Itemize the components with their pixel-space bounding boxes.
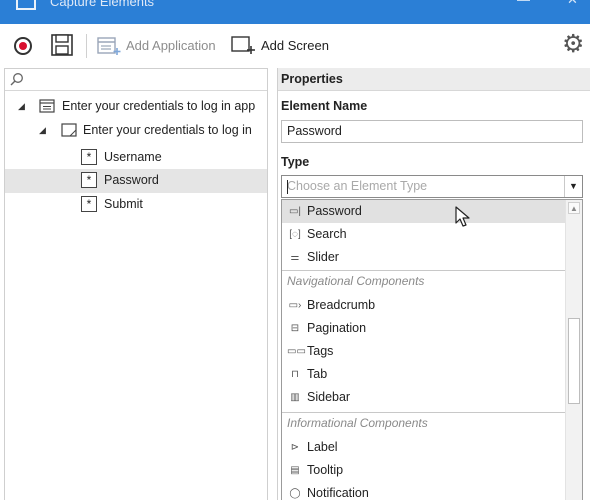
expand-arrow-icon[interactable]: ◢ (39, 119, 46, 141)
tree-item-label: Enter your credentials to log in app (62, 99, 256, 113)
expand-arrow-icon[interactable]: ◢ (18, 95, 25, 117)
text-caret (287, 180, 288, 194)
dropdown-item-search[interactable]: [◌] Search (282, 223, 566, 246)
dropdown-item-tags[interactable]: ▭▭ Tags (282, 340, 566, 363)
add-application-icon[interactable] (97, 36, 121, 56)
gear-icon[interactable]: ⚙ (562, 32, 584, 57)
type-label: Type (281, 155, 310, 169)
element-name-field[interactable]: Password (281, 120, 583, 143)
dropdown-item-sidebar[interactable]: ▥ Sidebar (282, 386, 566, 409)
notification-icon: ◯ (289, 488, 301, 499)
sidebar-icon: ▥ (290, 392, 300, 403)
tree-item-screen[interactable]: ◢ Enter your credentials to log in (5, 119, 267, 143)
toolbar-separator (86, 34, 87, 58)
tree-search[interactable] (5, 69, 267, 91)
toolbar: Add Application Add Screen ⚙ (0, 24, 590, 68)
element-asterisk-icon: * (81, 172, 97, 188)
record-button[interactable] (14, 37, 32, 55)
tree-item-application[interactable]: ◢ Enter your credentials to log in app (5, 95, 267, 119)
tree-item-label: Enter your credentials to log in (83, 123, 252, 137)
group-navigational-components: Navigational Components (287, 274, 425, 288)
add-screen-icon[interactable] (231, 35, 255, 55)
search-icon (10, 73, 23, 86)
close-button[interactable]: ✕ (567, 0, 578, 8)
scrollbar-thumb[interactable] (568, 318, 580, 404)
tags-icon: ▭▭ (287, 346, 306, 357)
dropdown-item-tooltip[interactable]: ▤ Tooltip (282, 459, 566, 482)
label-icon: ⊳ (290, 442, 300, 453)
tree-item-label: Username (104, 150, 162, 164)
slider-icon: ⚌ (290, 252, 300, 263)
add-screen-label[interactable]: Add Screen (261, 38, 329, 53)
dropdown-item-slider[interactable]: ⚌ Slider (282, 246, 566, 269)
dropdown-item-notification[interactable]: ◯ Notification (282, 482, 566, 500)
add-application-label[interactable]: Add Application (126, 38, 216, 53)
breadcrumb-icon: ▭› (288, 300, 302, 311)
element-asterisk-icon: * (81, 196, 97, 212)
dropdown-item-tab[interactable]: ⊓ Tab (282, 363, 566, 386)
group-informational-components: Informational Components (287, 416, 428, 430)
dropdown-item-label[interactable]: ⊳ Label (282, 436, 566, 459)
properties-header: Properties (278, 68, 590, 91)
tree-item-label: Submit (104, 197, 143, 211)
minimize-button[interactable]: — (517, 0, 530, 7)
window-title: Capture Elements (50, 0, 155, 9)
screen-icon (61, 123, 77, 137)
tab-icon: ⊓ (291, 369, 299, 380)
search-field-icon: [◌] (289, 229, 301, 240)
mouse-cursor-icon (455, 206, 470, 227)
properties-pane: Properties Element Name Password Type Ch… (277, 68, 590, 500)
dropdown-divider (282, 270, 566, 271)
dropdown-divider (282, 412, 566, 413)
dropdown-arrow-icon[interactable]: ▼ (564, 176, 582, 197)
tree-item-label: Password (104, 173, 159, 187)
type-placeholder: Choose an Element Type (287, 179, 428, 193)
window-icon (16, 0, 36, 10)
tooltip-icon: ▤ (290, 465, 300, 476)
pagination-icon: ⊟ (290, 323, 300, 334)
scroll-up-icon[interactable]: ▲ (568, 202, 580, 214)
element-asterisk-icon: * (81, 149, 97, 165)
title-bar: Capture Elements — ✕ (0, 0, 590, 24)
password-field-icon: ▭| (288, 206, 302, 217)
tree-item-submit[interactable]: * Submit (5, 193, 267, 217)
element-tree-pane: ◢ Enter your credentials to log in app ◢… (4, 68, 268, 500)
element-type-dropdown: ▭| Password [◌] Search ⚌ Slider Navigati… (281, 199, 583, 500)
element-name-label: Element Name (281, 99, 368, 113)
dropdown-item-pagination[interactable]: ⊟ Pagination (282, 317, 566, 340)
element-type-select[interactable]: Choose an Element Type ▼ (281, 175, 583, 198)
save-icon[interactable] (51, 34, 73, 56)
dropdown-item-breadcrumb[interactable]: ▭› Breadcrumb (282, 294, 566, 317)
dropdown-item-password[interactable]: ▭| Password (282, 200, 566, 223)
application-icon (39, 99, 55, 113)
dropdown-scrollbar[interactable]: ▲ (565, 200, 582, 500)
tree-item-password[interactable]: * Password (5, 169, 267, 193)
tree-item-username[interactable]: * Username (5, 146, 267, 170)
